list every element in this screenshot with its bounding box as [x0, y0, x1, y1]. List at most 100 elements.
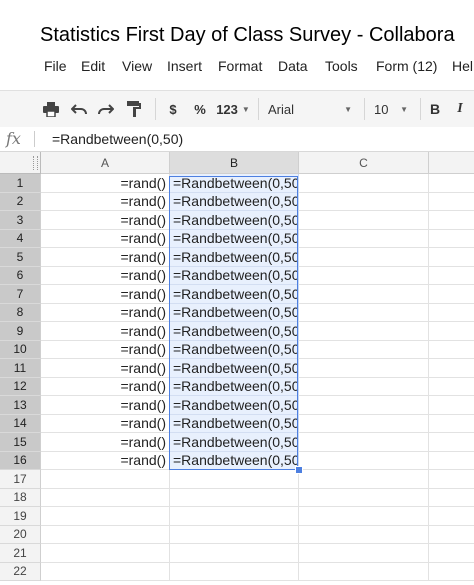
cell-c[interactable] [299, 211, 429, 230]
cell-a[interactable] [41, 525, 170, 544]
row-header[interactable]: 12 [0, 377, 41, 396]
cell-b[interactable]: =Randbetween(0,50 [170, 285, 299, 304]
row-header[interactable]: 11 [0, 359, 41, 378]
row-header[interactable]: 7 [0, 285, 41, 304]
cell-d[interactable] [429, 544, 474, 563]
freeze-handle[interactable] [33, 156, 38, 170]
menu-data[interactable]: Data [278, 58, 308, 74]
cell-d[interactable] [429, 322, 474, 341]
row-header[interactable]: 13 [0, 396, 41, 415]
cell-b[interactable]: =Randbetween(0,50 [170, 414, 299, 433]
column-header-c[interactable]: C [299, 152, 429, 174]
cell-d[interactable] [429, 193, 474, 211]
column-header-d[interactable] [429, 152, 474, 174]
cell-b[interactable]: =Randbetween(0,50 [170, 266, 299, 285]
menu-insert[interactable]: Insert [167, 58, 202, 74]
cell-b[interactable]: =Randbetween(0,50 [170, 192, 299, 211]
cell-d[interactable] [429, 489, 474, 507]
cell-d[interactable] [429, 341, 474, 359]
row-header[interactable]: 9 [0, 322, 41, 341]
row-header[interactable]: 8 [0, 303, 41, 322]
cell-d[interactable] [429, 211, 474, 230]
row-header[interactable]: 2 [0, 192, 41, 211]
cell-d[interactable] [429, 470, 474, 489]
cell-a[interactable]: =rand() [41, 266, 170, 285]
row-header[interactable]: 19 [0, 507, 41, 526]
cell-b[interactable]: =Randbetween(0,50 [170, 359, 299, 378]
cell-a[interactable]: =rand() [41, 211, 170, 230]
cell-d[interactable] [429, 563, 474, 581]
cell-a[interactable]: =rand() [41, 433, 170, 452]
cell-a[interactable]: =rand() [41, 414, 170, 433]
cell-d[interactable] [429, 304, 474, 322]
cell-a[interactable]: =rand() [41, 174, 170, 193]
row-header[interactable]: 6 [0, 266, 41, 285]
row-header[interactable]: 17 [0, 470, 41, 489]
cell-c[interactable] [299, 470, 429, 489]
cell-b[interactable] [170, 488, 299, 507]
cell-a[interactable] [41, 488, 170, 507]
cell-a[interactable] [41, 544, 170, 563]
paint-format-icon[interactable] [125, 100, 143, 118]
cell-a[interactable]: =rand() [41, 322, 170, 341]
cell-d[interactable] [429, 267, 474, 285]
row-header[interactable]: 21 [0, 544, 41, 563]
menu-file[interactable]: File [44, 58, 67, 74]
cell-b[interactable]: =Randbetween(0,50 [170, 248, 299, 267]
cell-a[interactable]: =rand() [41, 377, 170, 396]
cell-b[interactable] [170, 544, 299, 563]
cell-a[interactable]: =rand() [41, 396, 170, 415]
cell-c[interactable] [299, 507, 429, 526]
cell-a[interactable] [41, 562, 170, 581]
cell-b[interactable]: =Randbetween(0,50 [170, 174, 299, 193]
cell-c[interactable] [299, 451, 429, 470]
row-header[interactable]: 1 [0, 174, 41, 193]
cell-b[interactable]: =Randbetween(0,50 [170, 396, 299, 415]
menu-tools[interactable]: Tools [325, 58, 358, 74]
cell-b[interactable]: =Randbetween(0,50 [170, 377, 299, 396]
cell-d[interactable] [429, 433, 474, 452]
menu-view[interactable]: View [122, 58, 152, 74]
cell-b[interactable]: =Randbetween(0,50 [170, 340, 299, 359]
cell-c[interactable] [299, 174, 429, 193]
cell-b[interactable] [170, 525, 299, 544]
more-formats-button[interactable]: 123 ▼ [216, 100, 250, 118]
italic-button[interactable]: I [452, 100, 468, 118]
font-size-select[interactable]: 10 ▼ [368, 100, 414, 118]
cell-c[interactable] [299, 248, 429, 267]
cell-b[interactable] [170, 562, 299, 581]
cell-d[interactable] [429, 230, 474, 248]
row-header[interactable]: 14 [0, 414, 41, 433]
currency-format-button[interactable]: $ [166, 100, 180, 118]
cell-c[interactable] [299, 562, 429, 581]
cell-c[interactable] [299, 396, 429, 415]
row-header[interactable]: 10 [0, 340, 41, 359]
row-header[interactable]: 4 [0, 229, 41, 248]
row-header[interactable]: 15 [0, 433, 41, 452]
cell-c[interactable] [299, 525, 429, 544]
menu-help[interactable]: Hel [452, 58, 473, 74]
cell-a[interactable] [41, 470, 170, 489]
row-header[interactable]: 20 [0, 525, 41, 544]
menu-format[interactable]: Format [218, 58, 262, 74]
row-header[interactable]: 22 [0, 562, 41, 581]
cell-b[interactable]: =Randbetween(0,50 [170, 322, 299, 341]
cell-b[interactable]: =Randbetween(0,50 [170, 229, 299, 248]
cell-d[interactable] [429, 359, 474, 378]
cell-c[interactable] [299, 322, 429, 341]
cell-d[interactable] [429, 452, 474, 470]
cell-c[interactable] [299, 544, 429, 563]
print-icon[interactable] [42, 100, 60, 118]
redo-icon[interactable] [97, 100, 115, 118]
row-header[interactable]: 5 [0, 248, 41, 267]
cell-d[interactable] [429, 415, 474, 433]
cell-a[interactable]: =rand() [41, 451, 170, 470]
cell-d[interactable] [429, 396, 474, 415]
font-family-select[interactable]: Arial ▼ [262, 100, 358, 118]
cell-c[interactable] [299, 433, 429, 452]
document-title[interactable]: Statistics First Day of Class Survey - C… [40, 24, 455, 47]
row-header[interactable]: 16 [0, 451, 41, 470]
cell-c[interactable] [299, 192, 429, 211]
cell-a[interactable]: =rand() [41, 303, 170, 322]
cell-a[interactable]: =rand() [41, 192, 170, 211]
